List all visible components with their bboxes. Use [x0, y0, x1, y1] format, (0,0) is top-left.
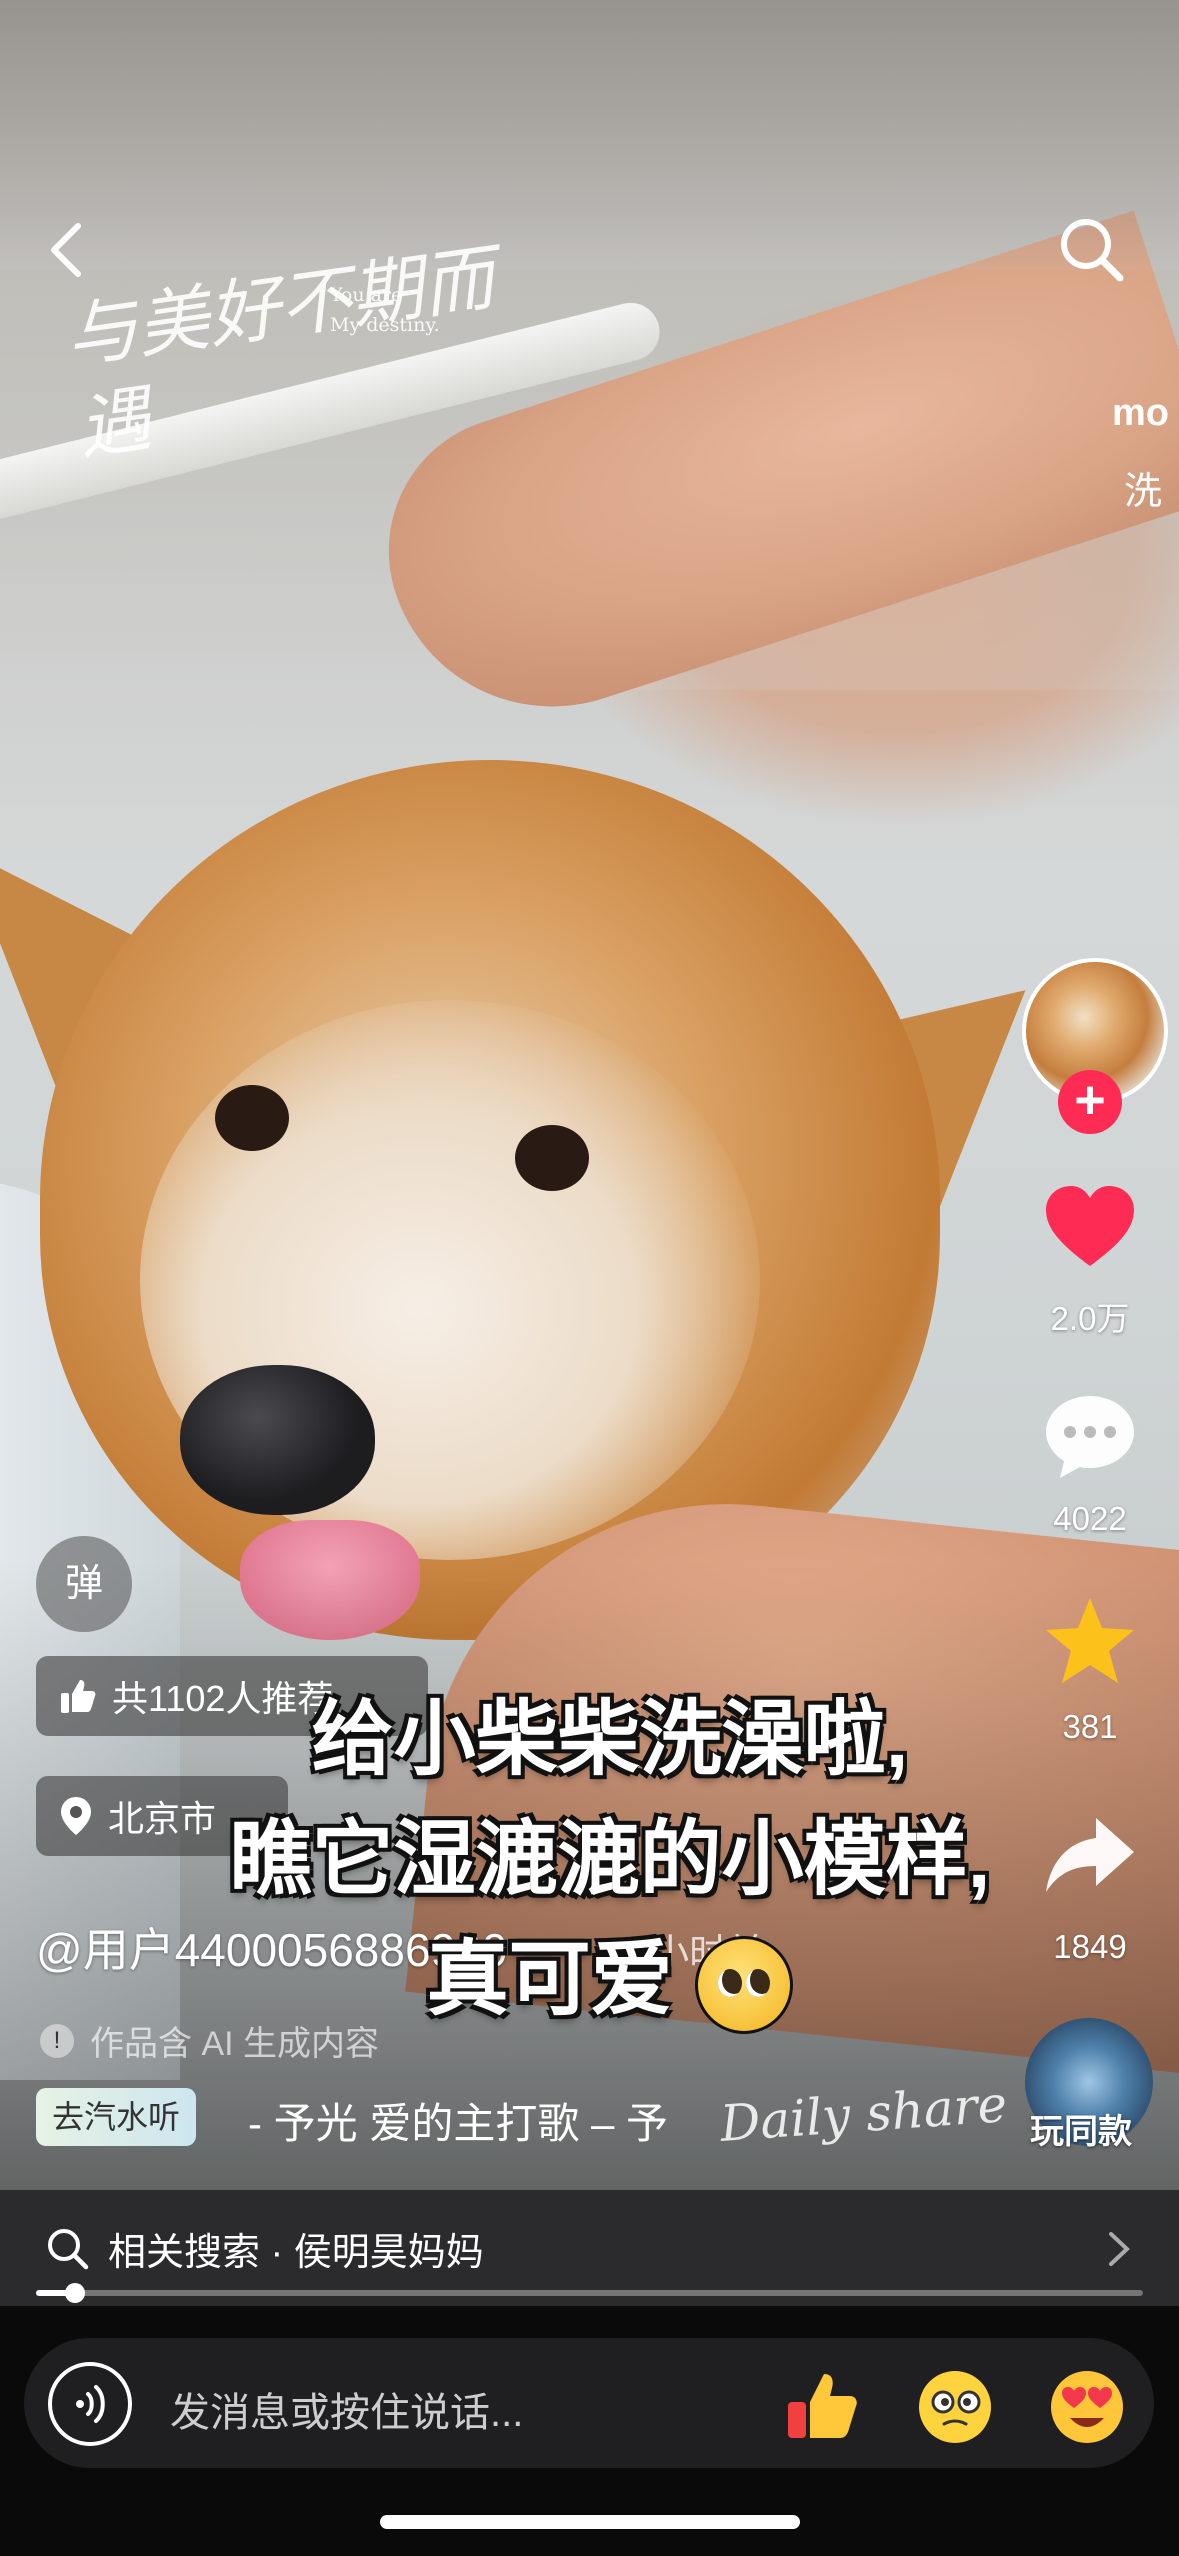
next-video-author-snippet[interactable]: mo — [1112, 392, 1169, 435]
favorite-button[interactable] — [1040, 1592, 1140, 1692]
video-progress-knob[interactable] — [65, 2283, 85, 2303]
voice-input-button[interactable] — [48, 2362, 132, 2446]
caption-line-2: 瞧它湿漉漉的小模样, — [229, 1814, 991, 1905]
comment-icon — [1046, 1396, 1134, 1478]
heart-icon — [1046, 1186, 1134, 1266]
dizzy-face-emoji-button[interactable] — [912, 2362, 998, 2448]
comment-count: 4022 — [1053, 1500, 1127, 1537]
search-icon — [1061, 219, 1124, 282]
dog-nose — [180, 1365, 375, 1515]
caption-line-3-text: 真可爱 — [426, 1934, 673, 2025]
chevron-right-icon — [1109, 2232, 1130, 2266]
thumbs-up-icon — [788, 2374, 857, 2438]
back-button[interactable] — [28, 210, 108, 290]
watermark-english-line2: My destiny. — [330, 314, 440, 336]
star-icon — [1046, 1598, 1134, 1683]
watermark-english-line1: You are — [330, 284, 403, 306]
dizzy-face-icon — [919, 2371, 991, 2443]
follow-button[interactable]: + — [1058, 1070, 1122, 1134]
home-indicator[interactable] — [380, 2515, 800, 2529]
heart-eyes-icon — [1051, 2371, 1123, 2443]
search-icon — [48, 2229, 89, 2270]
next-video-desc-snippet: 洗 — [1124, 471, 1163, 513]
watermark-english: You are My destiny. — [330, 280, 440, 340]
info-icon: ! — [40, 2023, 74, 2058]
search-button[interactable] — [1052, 210, 1132, 290]
thumbs-up-icon — [61, 1680, 96, 1713]
heart-eyes-emoji-button[interactable] — [1044, 2362, 1130, 2448]
video-progress-track[interactable] — [36, 2290, 1143, 2296]
caption-line-1: 给小柴柴洗澡啦, — [311, 1694, 909, 1785]
location-pin-icon — [61, 1797, 91, 1835]
message-placeholder[interactable]: 发消息或按住说话... — [170, 2380, 523, 2438]
pleading-face-icon — [695, 1936, 794, 2035]
like-count: 2.0万 — [1050, 1300, 1130, 1337]
music-title[interactable]: - 予光 爱的主打歌 – 予 — [248, 2090, 728, 2151]
dog-eye-right — [515, 1125, 589, 1191]
like-button[interactable] — [1040, 1178, 1140, 1278]
top-gradient — [0, 0, 1179, 270]
comment-button[interactable] — [1040, 1386, 1140, 1486]
chevron-left-icon — [51, 223, 81, 277]
same-style-label[interactable]: 玩同款 — [1030, 2104, 1132, 2153]
voice-wave-icon — [76, 2385, 105, 2423]
qishui-music-chip[interactable]: 去汽水听 — [36, 2088, 197, 2146]
related-search-bar[interactable]: 相关搜索 · 侯明昊妈妈 — [0, 2190, 1179, 2306]
thumbs-up-emoji-button[interactable] — [780, 2362, 866, 2448]
related-search-text: 相关搜索 · 侯明昊妈妈 — [108, 2231, 484, 2274]
video-caption: 给小柴柴洗澡啦, 瞧它湿漉漉的小模样, 真可爱 — [140, 1680, 1080, 2040]
dog-eye-left — [215, 1085, 289, 1151]
danmu-toggle-button[interactable]: 弹 — [36, 1536, 132, 1632]
caption-line-3: 真可爱 — [140, 1920, 1080, 2040]
